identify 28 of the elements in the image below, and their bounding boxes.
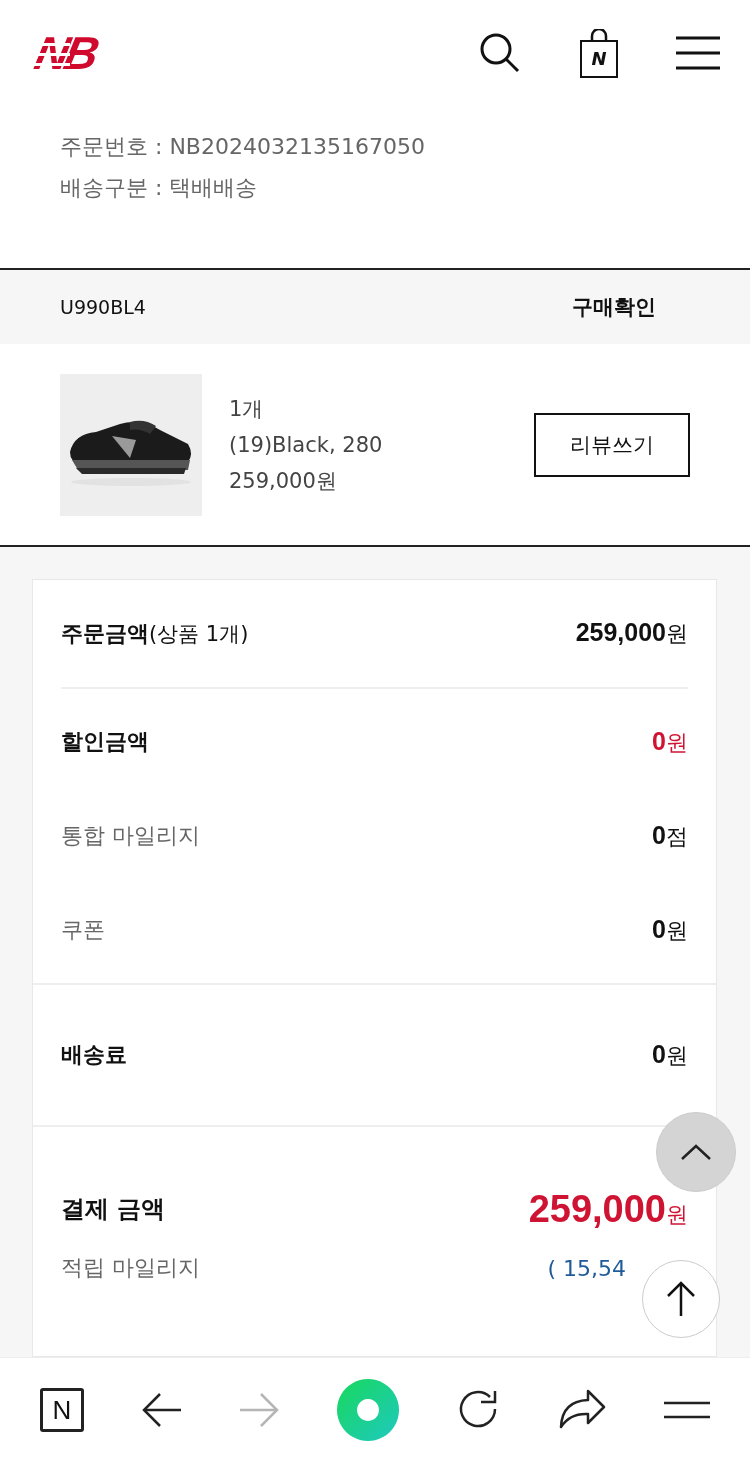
mileage-amount: ( 15,54 — [547, 1255, 626, 1281]
summary-label: 결제 금액 — [61, 1194, 166, 1225]
summary-amount: 0점 — [652, 820, 688, 851]
summary-label: 통합 마일리지 — [61, 822, 200, 850]
summary-amount: 0원 — [652, 726, 688, 757]
share-icon[interactable] — [558, 1389, 607, 1431]
order-info-text: 배송구분 : 택배배송 — [60, 174, 259, 202]
summary-amount: 0원 — [652, 914, 688, 945]
summary-label: 배송료 — [61, 1041, 127, 1069]
summary-label: 할인금액 — [61, 728, 149, 756]
home-button[interactable]: N — [40, 1388, 84, 1432]
product-quantity: 1개 — [229, 395, 265, 423]
order-info-text: 주문번호 : NB2024032135167050 — [60, 133, 426, 161]
summary-label: 적립 마일리지 — [61, 1254, 200, 1282]
order-status: 구매확인 — [572, 294, 656, 321]
summary-amount: 0원 — [652, 1039, 688, 1070]
summary-label: 쿠폰 — [61, 916, 105, 944]
product-option: (19)Black, 280 — [229, 426, 534, 463]
menu-icon[interactable] — [663, 1401, 710, 1419]
search-icon[interactable] — [478, 31, 522, 75]
product-code: U990BL4 — [60, 296, 146, 318]
write-review-button[interactable]: 리뷰쓰기 — [534, 412, 690, 477]
summary-amount: 259,000원 — [528, 1187, 688, 1231]
chevron-up-icon — [680, 1143, 712, 1161]
summary-label: 주문금액(상품 1개) — [61, 619, 249, 648]
product-price: 259,000원 — [229, 467, 338, 495]
menu-icon[interactable] — [676, 35, 720, 71]
summary-amount: 259,000원 — [575, 618, 688, 648]
